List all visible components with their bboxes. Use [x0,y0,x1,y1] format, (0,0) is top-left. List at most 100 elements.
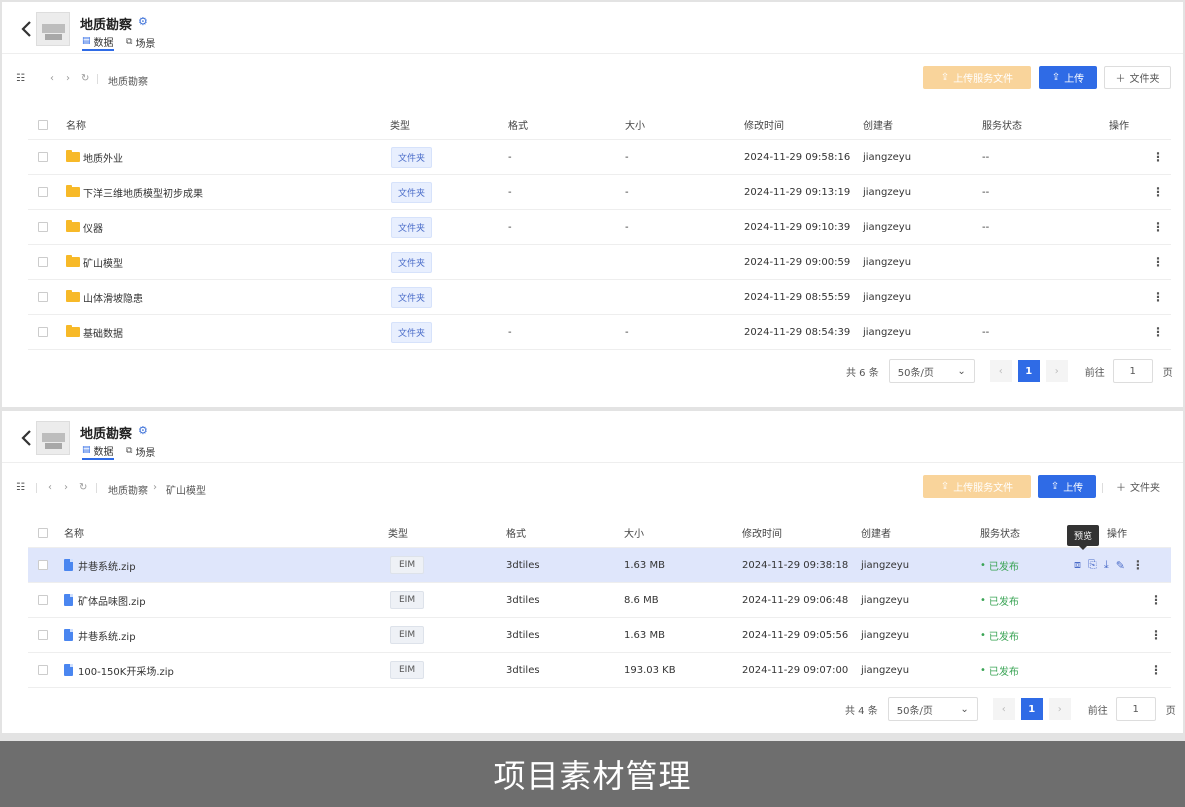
table-row[interactable]: 井巷系统.zip EIM 3dtiles 1.63 MB 2024-11-29 09:0… [28,618,1171,653]
table-row[interactable]: 下洋三维地质模型初步成果 文件夹 - -2024-11-29 09:13:19 jian… [28,175,1171,210]
row-name[interactable]: 100-150K开采场.zip [64,653,174,687]
table-row[interactable]: 山体滑坡隐患 文件夹 2024-11-29 08:55:59 jiangzeyu ⋮ [28,280,1171,315]
upload-service-button[interactable]: ⇪ 上传服务文件 [923,66,1031,89]
chevron-down-icon: ⌄ [957,365,966,377]
next-page-button[interactable]: › [1045,360,1068,382]
back-arrow-icon[interactable] [20,429,34,447]
row-name[interactable]: 矿体品味图.zip [64,583,146,617]
preview-icon[interactable]: ⧈ [1074,558,1081,572]
row-name[interactable]: 井巷系统.zip [64,548,136,582]
row-status: -- [982,315,989,349]
new-folder-button[interactable]: ＋文件夹 [1106,475,1170,498]
row-checkbox[interactable] [38,187,48,197]
table-row[interactable]: 基础数据 文件夹 - -2024-11-29 08:54:39 jiangzeyu -- ⋮ [28,315,1171,350]
select-all-checkbox[interactable] [38,527,48,538]
more-actions-icon[interactable]: ⋮ [1152,150,1164,164]
download-icon[interactable]: ⤓ [1104,558,1109,572]
table-row[interactable]: 井巷系统.zip EIM 3dtiles 1.63 MB 2024-11-29 09:3… [28,548,1171,583]
prev-page-button[interactable]: ‹ [992,698,1015,720]
row-checkbox[interactable] [38,595,48,605]
next-page-button[interactable]: › [1048,698,1071,720]
row-name-text: 井巷系统.zip [78,561,136,573]
breadcrumb-root[interactable]: 地质勘察 [108,482,148,497]
upload-button[interactable]: ⇪ 上传 [1039,66,1097,89]
publish-icon[interactable]: ⎘ [1088,558,1097,572]
col-modified[interactable]: 修改时间 [742,518,782,547]
more-actions-icon[interactable]: ⋮ [1150,628,1162,642]
row-type: 文件夹 [391,245,433,279]
breadcrumb-root[interactable]: 地质勘察 [108,73,148,88]
row-name[interactable]: 基础数据 [66,315,123,349]
refresh-icon[interactable]: ↻ [81,73,89,84]
table-row[interactable]: 地质外业 文件夹 - -2024-11-29 09:58:16 jiangzeyu -- ⋮ [28,140,1171,175]
col-modified[interactable]: 修改时间 [744,110,784,139]
table-row[interactable]: 矿山模型 文件夹 2024-11-29 09:00:59 jiangzeyu ⋮ [28,245,1171,280]
nav-forward-icon[interactable]: › [64,482,68,493]
table-row[interactable]: 矿体品味图.zip EIM 3dtiles 8.6 MB 2024-11-29 09:0… [28,583,1171,618]
page-1-button[interactable]: 1 [1017,360,1040,382]
row-checkbox[interactable] [38,560,48,570]
row-name[interactable]: 下洋三维地质模型初步成果 [66,175,203,209]
goto-page-input[interactable]: 1 [1115,697,1156,721]
row-checkbox[interactable] [38,630,48,640]
more-actions-icon[interactable]: ⋮ [1152,220,1164,234]
nav-back-icon[interactable]: ‹ [48,482,52,493]
tab-data[interactable]: ▤ 数据 [82,442,114,460]
refresh-icon[interactable]: ↻ [79,482,87,493]
settings-gear-icon[interactable]: ⚙ [138,15,148,28]
nav-back-icon[interactable]: ‹ [50,73,54,84]
table-row[interactable]: 100-150K开采场.zip EIM 3dtiles 193.03 KB 2024-1… [28,653,1171,688]
row-checkbox[interactable] [38,222,48,232]
row-name[interactable]: 山体滑坡隐患 [66,280,143,314]
more-actions-icon[interactable]: ⋮ [1152,185,1164,199]
select-all-checkbox[interactable] [38,119,48,130]
tree-toggle-icon[interactable]: ☷ [16,73,25,84]
tab-data-label: 数据 [93,37,114,49]
upload-button[interactable]: ⇪ 上传 [1038,475,1096,498]
edit-icon[interactable]: ✎ [1116,559,1125,572]
row-checkbox[interactable] [38,292,48,302]
new-folder-button[interactable]: ＋文件夹 [1104,66,1171,89]
page-size-select[interactable]: 50条/页 ⌄ [887,697,978,721]
row-modified: 2024-11-29 08:54:39 [744,326,851,338]
goto-page-input[interactable]: 1 [1112,359,1153,383]
more-actions-icon[interactable]: ⋮ [1150,663,1162,677]
page-size-select[interactable]: 50条/页 ⌄ [888,359,975,383]
row-name[interactable]: 仪器 [66,210,103,244]
col-name[interactable]: 名称 [66,110,86,139]
settings-gear-icon[interactable]: ⚙ [138,424,148,437]
page-size-value: 50条/页 [897,367,934,379]
panel-file-list: 地质勘察 ⚙ ▤ 数据 ⧉ 场景 ☷ ‹ › ↻ 地质勘察 › 矿山模型 ⇪ 上传服务… [2,411,1183,733]
row-name[interactable]: 井巷系统.zip [64,618,136,652]
row-checkbox[interactable] [38,327,48,337]
row-checkbox[interactable] [38,257,48,267]
breadcrumb-current: 矿山模型 [166,486,206,497]
more-actions-icon[interactable]: ⋮ [1152,325,1164,339]
back-arrow-icon[interactable] [20,20,34,38]
row-checkbox[interactable] [38,665,48,675]
row-name[interactable]: 地质外业 [66,140,123,174]
col-creator: 创建者 [863,121,893,132]
tab-scene[interactable]: ⧉ 场景 [126,33,155,51]
col-name[interactable]: 名称 [64,518,84,547]
row-name[interactable]: 矿山模型 [66,245,123,279]
tree-toggle-icon[interactable]: ☷ [16,482,25,493]
page-1-button[interactable]: 1 [1020,698,1043,720]
tab-scene[interactable]: ⧉ 场景 [126,442,155,460]
type-badge: 文件夹 [391,146,433,168]
more-actions-icon[interactable]: ⋮ [1150,593,1162,607]
upload-label: 上传 [1064,74,1085,85]
row-format: 3dtiles [506,664,540,676]
more-actions-icon[interactable]: ⋮ [1152,255,1164,269]
table-row[interactable]: 仪器 文件夹 - -2024-11-29 09:10:39 jiangzeyu -- ⋮ [28,210,1171,245]
table-header: 名称 类型 格式 大小 修改时间 创建者 服务状态 操作 [28,110,1171,140]
file-table: 名称 类型 格式 大小 修改时间 创建者 服务状态 操作 地质外业 文件夹 - -20… [28,110,1171,350]
prev-page-button[interactable]: ‹ [989,360,1012,382]
tab-data[interactable]: ▤ 数据 [82,33,114,51]
row-checkbox[interactable] [38,152,48,162]
row-size: - [625,151,629,163]
more-actions-icon[interactable]: ⋮ [1152,290,1164,304]
upload-service-button[interactable]: ⇪ 上传服务文件 [923,475,1031,498]
more-actions-icon[interactable]: ⋮ [1132,558,1144,572]
nav-forward-icon[interactable]: › [66,73,70,84]
